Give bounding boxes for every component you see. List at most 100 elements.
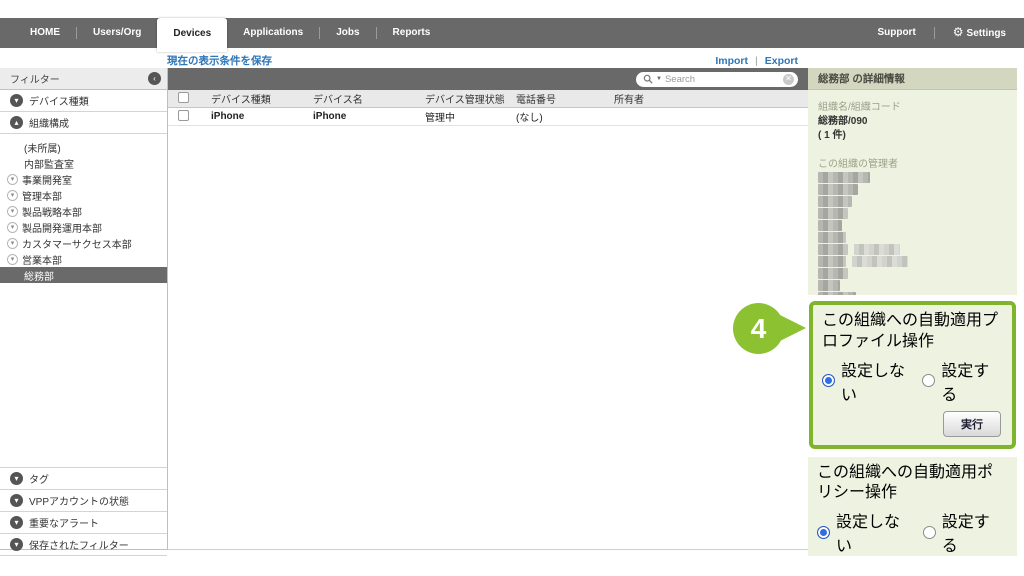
org-tree-item-business-dev[interactable]: ▾事業開発室 [0, 171, 167, 187]
redacted-admin-name [818, 280, 840, 291]
collapse-sidebar-icon[interactable]: ‹ [148, 72, 161, 85]
org-count: ( 1 件) [818, 129, 1007, 143]
clear-search-icon[interactable]: ✕ [783, 74, 794, 85]
tab-devices[interactable]: Devices [157, 18, 227, 52]
sidebar-item-vpp-account-status[interactable]: ▾ VPPアカウントの状態 [0, 490, 167, 512]
search-input[interactable]: ▼ Search ✕ [636, 72, 798, 87]
org-tree-item-sales-hq[interactable]: ▾営業本部 [0, 251, 167, 267]
panel-title: 総務部 の詳細情報 [808, 68, 1017, 90]
redacted-admin-name [818, 244, 848, 255]
select-all-checkbox[interactable] [178, 92, 189, 103]
filter-title: フィルター [10, 71, 60, 86]
org-tree-item-general-affairs[interactable]: 総務部 [0, 267, 167, 283]
org-tree-item-admin-hq[interactable]: ▾管理本部 [0, 187, 167, 203]
org-tree-item-product-strategy[interactable]: ▾製品戦略本部 [0, 203, 167, 219]
org-tree: (未所属) 内部監査室 ▾事業開発室 ▾管理本部 ▾製品戦略本部 ▾製品開発運用… [0, 134, 167, 468]
col-device-type: デバイス種類 [211, 91, 313, 106]
cell-device-name: iPhone [313, 111, 425, 122]
redacted-admin-name [818, 184, 858, 195]
export-link[interactable]: Export [765, 55, 798, 67]
policy-radio-off[interactable] [817, 526, 830, 539]
profile-radio-off-label[interactable]: 設定しない [841, 357, 908, 405]
redacted-admin-name [818, 208, 848, 219]
filter-sidebar: フィルター ‹ ▾ デバイス種類 ▴ 組織構成 (未所属) 内部監査室 ▾事業開… [0, 68, 168, 550]
app-window: HOME Users/Org Devices Applications Jobs… [0, 0, 1024, 576]
org-admins-label: この組織の管理者 [818, 155, 1007, 170]
cell-mgmt-status: 管理中 [425, 109, 516, 124]
search-scope-caret-icon[interactable]: ▼ [656, 76, 662, 82]
tab-users-org[interactable]: Users/Org [77, 18, 157, 48]
org-tree-item-product-devops[interactable]: ▾製品開発運用本部 [0, 219, 167, 235]
org-detail-panel: 総務部 の詳細情報 組織名/組織コード 総務部/090 ( 1 件) この組織の… [808, 68, 1017, 556]
tab-jobs[interactable]: Jobs [320, 18, 375, 48]
cell-phone: (なし) [516, 109, 614, 124]
expand-icon[interactable]: ▾ [7, 206, 18, 217]
sidebar-item-device-type[interactable]: ▾ デバイス種類 [0, 90, 167, 112]
policy-radio-on-label[interactable]: 設定する [942, 508, 1000, 556]
expand-icon[interactable]: ▾ [7, 238, 18, 249]
support-link[interactable]: Support [873, 18, 919, 48]
table-header: デバイス種類 デバイス名 デバイス管理状態 電話番号 所有者 [168, 90, 808, 108]
redacted-admin-name [818, 232, 846, 243]
redacted-admin-name [818, 220, 842, 231]
policy-radio-on[interactable] [923, 526, 936, 539]
annotation-pointer [778, 314, 806, 342]
chevron-down-icon: ▾ [10, 472, 23, 485]
col-mgmt-status: デバイス管理状態 [425, 91, 516, 106]
annotation-step-badge: 4 [733, 303, 784, 354]
chevron-down-icon: ▾ [10, 516, 23, 529]
redacted-admin-name [818, 196, 852, 207]
tab-home[interactable]: HOME [14, 18, 76, 48]
search-placeholder: Search [665, 74, 780, 85]
device-list-area: ▼ Search ✕ デバイス種類 デバイス名 デバイス管理状態 電話番号 所有… [168, 68, 808, 550]
chevron-down-icon: ▾ [10, 538, 23, 551]
sidebar-item-tags[interactable]: ▾ タグ [0, 468, 167, 490]
redacted-admin-name [818, 292, 856, 295]
org-code-label: 組織名/組織コード [818, 98, 1007, 113]
profile-radio-on-label[interactable]: 設定する [941, 357, 995, 405]
org-info-block: 組織名/組織コード 総務部/090 ( 1 件) この組織の管理者 [808, 90, 1017, 295]
col-device-name: デバイス名 [313, 91, 425, 106]
auto-profile-section: この組織への自動適用プロファイル操作 設定しない 設定する 実行 [809, 301, 1016, 449]
list-toolbar: ▼ Search ✕ [168, 68, 808, 90]
redacted-admin-name [818, 256, 846, 267]
settings-button[interactable]: ⚙Settings [949, 17, 1010, 49]
auto-profile-title: この組織への自動適用プロファイル操作 [822, 311, 1003, 353]
search-icon [643, 74, 653, 84]
expand-icon[interactable]: ▾ [7, 254, 18, 265]
chevron-up-icon: ▴ [10, 116, 23, 129]
nav-separator [934, 27, 935, 39]
org-tree-item-unassigned[interactable]: (未所属) [0, 139, 167, 155]
profile-radio-on[interactable] [922, 374, 935, 387]
cell-device-type: iPhone [211, 111, 313, 122]
org-tree-item-customer-success[interactable]: ▾カスタマーサクセス本部 [0, 235, 167, 251]
col-owner: 所有者 [614, 91, 808, 106]
tab-applications[interactable]: Applications [227, 18, 319, 48]
table-row[interactable]: iPhone iPhone 管理中 (なし) [168, 108, 808, 126]
org-code-value: 総務部/090 [818, 115, 1007, 129]
gear-icon: ⚙ [953, 25, 964, 39]
link-separator: | [755, 55, 758, 67]
expand-icon[interactable]: ▾ [7, 190, 18, 201]
chevron-down-icon: ▾ [10, 94, 23, 107]
expand-icon[interactable]: ▾ [7, 222, 18, 233]
auto-policy-title: この組織への自動適用ポリシー操作 [817, 463, 1008, 505]
redacted-admin-name [818, 268, 848, 279]
col-phone: 電話番号 [516, 91, 614, 106]
row-checkbox[interactable] [178, 110, 189, 121]
sidebar-item-saved-filters[interactable]: ▾ 保存されたフィルター [0, 534, 167, 556]
expand-icon[interactable]: ▾ [7, 174, 18, 185]
policy-radio-off-label[interactable]: 設定しない [836, 508, 909, 556]
sidebar-item-important-alerts[interactable]: ▾ 重要なアラート [0, 512, 167, 534]
tab-reports[interactable]: Reports [377, 18, 447, 48]
auto-policy-section: この組織への自動適用ポリシー操作 設定しない 設定する 実行 [808, 457, 1017, 556]
org-tree-item-internal-audit[interactable]: 内部監査室 [0, 155, 167, 171]
profile-execute-button[interactable]: 実行 [943, 411, 1001, 437]
filter-header: フィルター ‹ [0, 68, 167, 90]
profile-radio-off[interactable] [822, 374, 835, 387]
save-current-view-link[interactable]: 現在の表示条件を保存 [167, 53, 272, 68]
sidebar-item-org-structure[interactable]: ▴ 組織構成 [0, 112, 167, 134]
import-link[interactable]: Import [715, 55, 748, 67]
import-export-links: Import | Export [715, 55, 798, 67]
top-nav: HOME Users/Org Devices Applications Jobs… [0, 18, 1024, 48]
